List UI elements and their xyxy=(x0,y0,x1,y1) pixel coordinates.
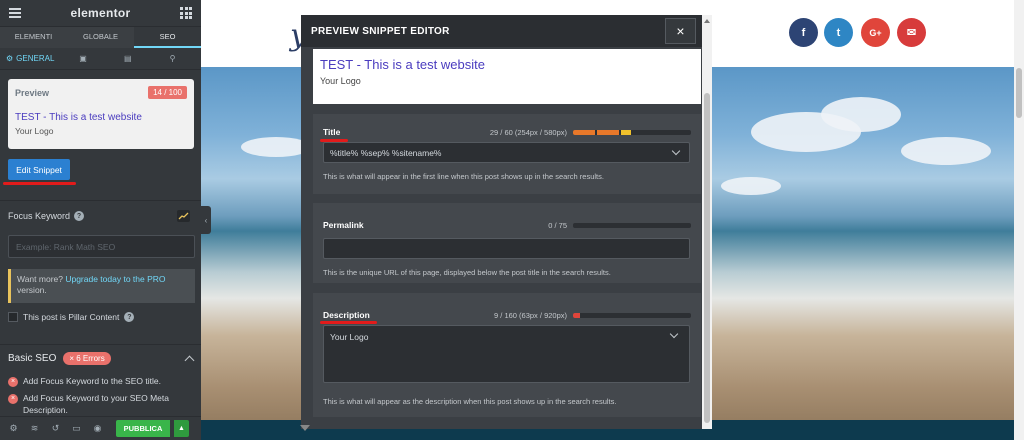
description-help-text: This is what will appear as the descript… xyxy=(323,397,617,406)
schema-icon: ▤ xyxy=(124,54,132,63)
publish-options-caret[interactable]: ▲ xyxy=(174,420,189,437)
annotation-underline xyxy=(320,139,348,142)
subtab-schema[interactable]: ▤ xyxy=(105,54,150,63)
permalink-label: Permalink xyxy=(323,220,364,230)
modal-preview-url: Your Logo xyxy=(320,76,361,86)
subtab-general[interactable]: ⚙ GENERAL xyxy=(6,54,61,63)
modal-title: PREVIEW SNIPPET EDITOR xyxy=(311,25,450,37)
upgrade-link[interactable]: Upgrade today to the PRO xyxy=(65,274,165,284)
focus-keyword-input[interactable]: Example: Rank Math SEO xyxy=(8,235,195,258)
seo-subtabs: ⚙ GENERAL ▣ ▤ ⚲ xyxy=(0,48,201,70)
subtab-social[interactable]: ⚲ xyxy=(150,54,195,63)
snippet-preview-card: Preview 14 / 100 TEST - This is a test w… xyxy=(8,79,194,149)
preview-title: TEST - This is a test website xyxy=(15,112,142,123)
chevron-down-icon[interactable] xyxy=(671,146,681,156)
panel-tabs: ELEMENTI GLOBALE SEO xyxy=(0,27,201,48)
title-char-count: 29 / 60 (254px / 580px) xyxy=(489,127,567,137)
description-textarea[interactable]: Your Logo xyxy=(323,325,690,383)
focus-keyword-label-text: Focus Keyword xyxy=(8,211,71,221)
annotation-underline xyxy=(320,321,377,324)
annotation-underline xyxy=(3,182,76,185)
trends-icon[interactable] xyxy=(177,210,190,222)
permalink-input[interactable] xyxy=(323,238,690,259)
elementor-panel: elementor ELEMENTI GLOBALE SEO ⚙ GENERAL… xyxy=(0,0,201,440)
publish-button[interactable]: PUBBLICA xyxy=(116,420,170,437)
close-button[interactable]: × xyxy=(665,18,696,44)
navigator-icon[interactable]: ≋ xyxy=(26,420,43,437)
preview-label: Preview xyxy=(15,87,50,98)
title-section: Title 29 / 60 (254px / 580px) %title% %s… xyxy=(313,114,701,194)
tab-elementi[interactable]: ELEMENTI xyxy=(0,27,67,48)
menu-icon[interactable] xyxy=(9,6,21,20)
seo-error-text: Add Focus Keyword to the SEO title. xyxy=(23,376,161,386)
tab-globale[interactable]: GLOBALE xyxy=(67,27,134,48)
title-help-text: This is what will appear in the first li… xyxy=(323,172,604,181)
seo-error-text: Add Focus Keyword to your SEO Meta Descr… xyxy=(23,393,169,415)
permalink-help-text: This is the unique URL of this page, dis… xyxy=(323,268,611,277)
seo-error-item: × Add Focus Keyword to the SEO title. xyxy=(8,376,193,388)
description-section: Description 9 / 160 (63px / 920px) Your … xyxy=(313,293,701,417)
divider xyxy=(0,200,201,201)
preview-snippet-editor-modal: PREVIEW SNIPPET EDITOR × TEST - This is … xyxy=(301,15,712,429)
pillar-content-checkbox[interactable] xyxy=(8,312,18,322)
title-label: Title xyxy=(323,127,341,137)
modal-header: PREVIEW SNIPPET EDITOR × xyxy=(301,15,712,47)
chevron-down-icon[interactable] xyxy=(669,329,679,339)
panel-header: elementor xyxy=(0,0,201,27)
widgets-grid-icon[interactable] xyxy=(180,7,192,19)
edit-snippet-button[interactable]: Edit Snippet xyxy=(8,159,70,180)
subtab-advanced[interactable]: ▣ xyxy=(61,54,106,63)
chevron-up-icon[interactable] xyxy=(184,355,195,365)
basic-seo-header[interactable]: Basic SEO × 6 Errors xyxy=(0,344,201,371)
scroll-down-caret-icon[interactable] xyxy=(300,425,310,431)
description-textarea-value: Your Logo xyxy=(330,332,369,342)
description-char-count: 9 / 160 (63px / 920px) xyxy=(494,310,567,320)
panel-footer: ⚙ ≋ ↺ ▭ ◉ PUBBLICA ▲ xyxy=(0,416,201,440)
basic-seo-title: Basic SEO xyxy=(8,352,57,364)
error-icon: × xyxy=(8,394,18,404)
error-icon: × xyxy=(8,377,18,387)
seo-error-item: × Add Focus Keyword to your SEO Meta Des… xyxy=(8,393,193,417)
history-icon[interactable]: ↺ xyxy=(47,420,64,437)
facebook-icon[interactable]: f xyxy=(789,18,818,47)
email-icon[interactable]: ✉ xyxy=(897,18,926,47)
canvas-scrollbar[interactable] xyxy=(1014,0,1024,440)
permalink-length-meter xyxy=(573,222,691,228)
tab-seo[interactable]: SEO xyxy=(134,27,201,48)
title-input[interactable]: %title% %sep% %sitename% xyxy=(323,142,690,163)
upgrade-notice: Want more? Upgrade today to the PRO vers… xyxy=(8,269,195,303)
modal-preview-title: TEST - This is a test website xyxy=(320,57,485,72)
subtab-general-label: GENERAL xyxy=(16,54,55,63)
briefcase-icon: ▣ xyxy=(79,54,87,63)
upgrade-prefix: Want more? xyxy=(17,274,66,284)
google-plus-icon[interactable]: G+ xyxy=(861,18,890,47)
description-length-meter xyxy=(573,312,691,318)
preview-eye-icon[interactable]: ◉ xyxy=(89,420,106,437)
permalink-char-count: 0 / 75 xyxy=(548,220,567,230)
help-icon[interactable]: ? xyxy=(124,312,135,322)
modal-snippet-preview: TEST - This is a test website Your Logo xyxy=(313,49,701,104)
pillar-content-label: This post is Pillar Content xyxy=(23,312,120,322)
collapse-panel-handle[interactable]: ‹ xyxy=(201,206,211,234)
seo-score-badge: 14 / 100 xyxy=(148,86,187,99)
title-input-value: %title% %sep% %sitename% xyxy=(330,147,442,158)
permalink-section: Permalink 0 / 75 This is the unique URL … xyxy=(313,203,701,283)
modal-scrollbar[interactable] xyxy=(702,15,712,429)
share-icon: ⚲ xyxy=(169,54,176,63)
app-logo: elementor xyxy=(70,6,131,20)
title-length-meter xyxy=(573,129,691,135)
gear-icon: ⚙ xyxy=(6,54,14,63)
upgrade-suffix: version. xyxy=(17,285,47,296)
settings-icon[interactable]: ⚙ xyxy=(5,420,22,437)
responsive-icon[interactable]: ▭ xyxy=(68,420,85,437)
twitter-icon[interactable]: t xyxy=(824,18,853,47)
help-icon[interactable]: ? xyxy=(74,211,85,221)
preview-url: Your Logo xyxy=(15,126,54,136)
pillar-content-option[interactable]: This post is Pillar Content ? xyxy=(8,312,135,322)
errors-badge: × 6 Errors xyxy=(63,351,111,365)
description-label: Description xyxy=(323,310,370,320)
focus-keyword-label: Focus Keyword ? xyxy=(8,211,85,221)
